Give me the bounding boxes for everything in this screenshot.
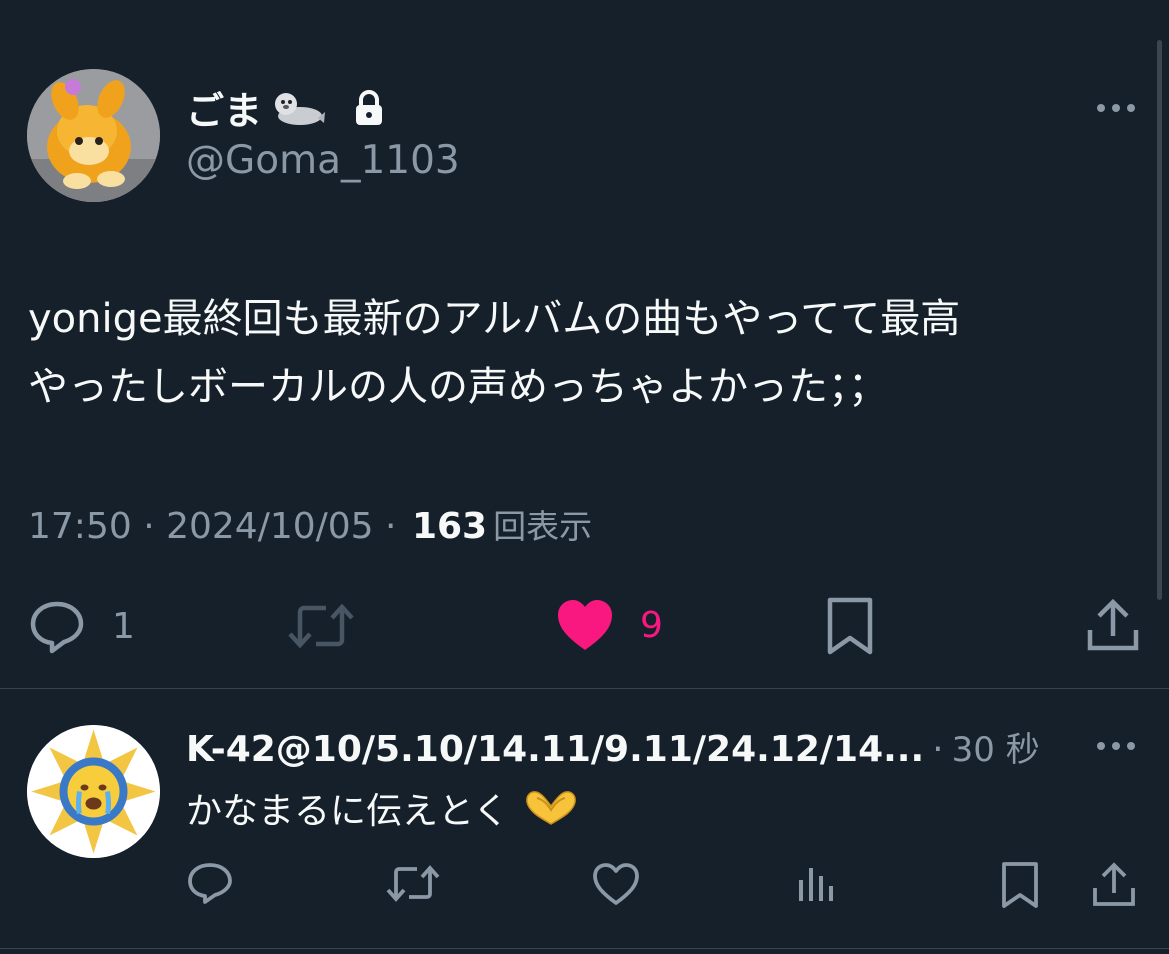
reply-button[interactable]: 1 bbox=[28, 598, 135, 654]
reply-count: 1 bbox=[112, 605, 135, 647]
share-icon bbox=[1086, 598, 1140, 654]
more-options-icon[interactable] bbox=[1094, 96, 1138, 120]
heart-icon bbox=[556, 598, 614, 652]
reply-display-name[interactable]: K-42@10/5.10/14.11/9.11/24.12/14... bbox=[186, 729, 924, 770]
reply-retweet-button[interactable] bbox=[386, 862, 440, 904]
heart-outline-icon bbox=[592, 862, 640, 906]
seal-icon bbox=[270, 88, 326, 128]
meta-separator: · bbox=[373, 506, 408, 547]
reply-icon bbox=[186, 860, 234, 906]
like-count: 9 bbox=[640, 604, 663, 646]
bookmark-icon bbox=[1000, 860, 1040, 910]
heart-hands-icon bbox=[523, 788, 579, 828]
like-button[interactable]: 9 bbox=[556, 598, 663, 652]
share-icon bbox=[1092, 862, 1136, 908]
reply-icon bbox=[28, 598, 86, 654]
bookmark-icon bbox=[826, 596, 874, 656]
analytics-icon bbox=[796, 862, 838, 904]
retweet-button[interactable] bbox=[288, 600, 354, 652]
reply-views-button[interactable] bbox=[796, 862, 838, 904]
handle[interactable]: @Goma_1103 bbox=[186, 138, 460, 183]
reply-like-button[interactable] bbox=[592, 862, 640, 906]
bookmark-button[interactable] bbox=[826, 596, 874, 656]
lock-icon bbox=[352, 88, 386, 128]
tweet-time[interactable]: 17:50 bbox=[28, 506, 132, 547]
reply-avatar[interactable] bbox=[27, 725, 160, 858]
avatar[interactable] bbox=[27, 69, 160, 202]
reply-bookmark-button[interactable] bbox=[1000, 860, 1040, 910]
divider bbox=[0, 948, 1169, 949]
reply-share-button[interactable] bbox=[1092, 862, 1136, 908]
reply-header: K-42@10/5.10/14.11/9.11/24.12/14... · 30… bbox=[186, 722, 1040, 771]
divider bbox=[0, 688, 1169, 689]
reply-text: かなまるに伝えとく bbox=[186, 782, 579, 834]
views-count[interactable]: 163 bbox=[412, 506, 487, 547]
display-name-text: ごま bbox=[186, 89, 263, 133]
meta-separator: · bbox=[932, 729, 944, 770]
reply-time[interactable]: 30 秒 bbox=[952, 722, 1040, 771]
tweet-meta: 17:50 · 2024/10/05 · 163 回表示 bbox=[28, 500, 592, 548]
display-name[interactable]: ごま bbox=[186, 80, 386, 135]
tweet-date[interactable]: 2024/10/05 bbox=[166, 506, 374, 547]
share-button[interactable] bbox=[1086, 598, 1140, 654]
reply-reply-button[interactable] bbox=[186, 860, 234, 906]
scrollbar[interactable] bbox=[1157, 40, 1162, 600]
reply-text-content: かなまるに伝えとく bbox=[186, 791, 509, 832]
retweet-icon bbox=[288, 600, 354, 652]
views-label: 回表示 bbox=[493, 507, 593, 546]
reply-more-options-icon[interactable] bbox=[1094, 734, 1138, 758]
tweet-text: yonige最終回も最新のアルバムの曲もやってて最高 やったしボーカルの人の声め… bbox=[28, 296, 961, 410]
retweet-icon bbox=[386, 862, 440, 904]
meta-separator: · bbox=[131, 506, 167, 547]
